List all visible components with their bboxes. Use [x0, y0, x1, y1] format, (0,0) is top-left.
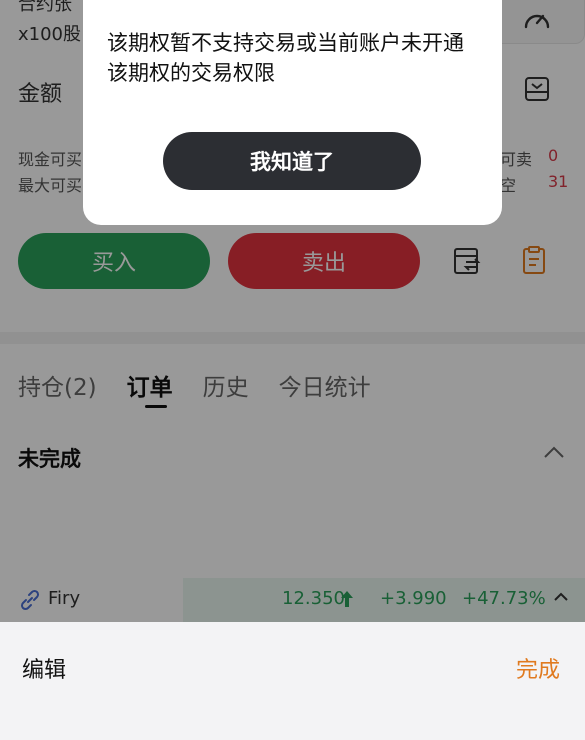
edit-bar: 编辑 完成 [0, 622, 585, 740]
acknowledge-button[interactable]: 我知道了 [163, 132, 421, 190]
permission-dialog: 该期权暂不支持交易或当前账户未开通该期权的交易权限 我知道了 [83, 0, 502, 225]
dialog-message: 该期权暂不支持交易或当前账户未开通该期权的交易权限 [107, 31, 464, 85]
trade-page: 合约张 x100股 金额 现金可买 最大可买 可卖 0 空 31 买入 卖出 持… [0, 0, 585, 740]
edit-title: 编辑 [22, 658, 67, 683]
done-button[interactable]: 完成 [516, 652, 560, 684]
